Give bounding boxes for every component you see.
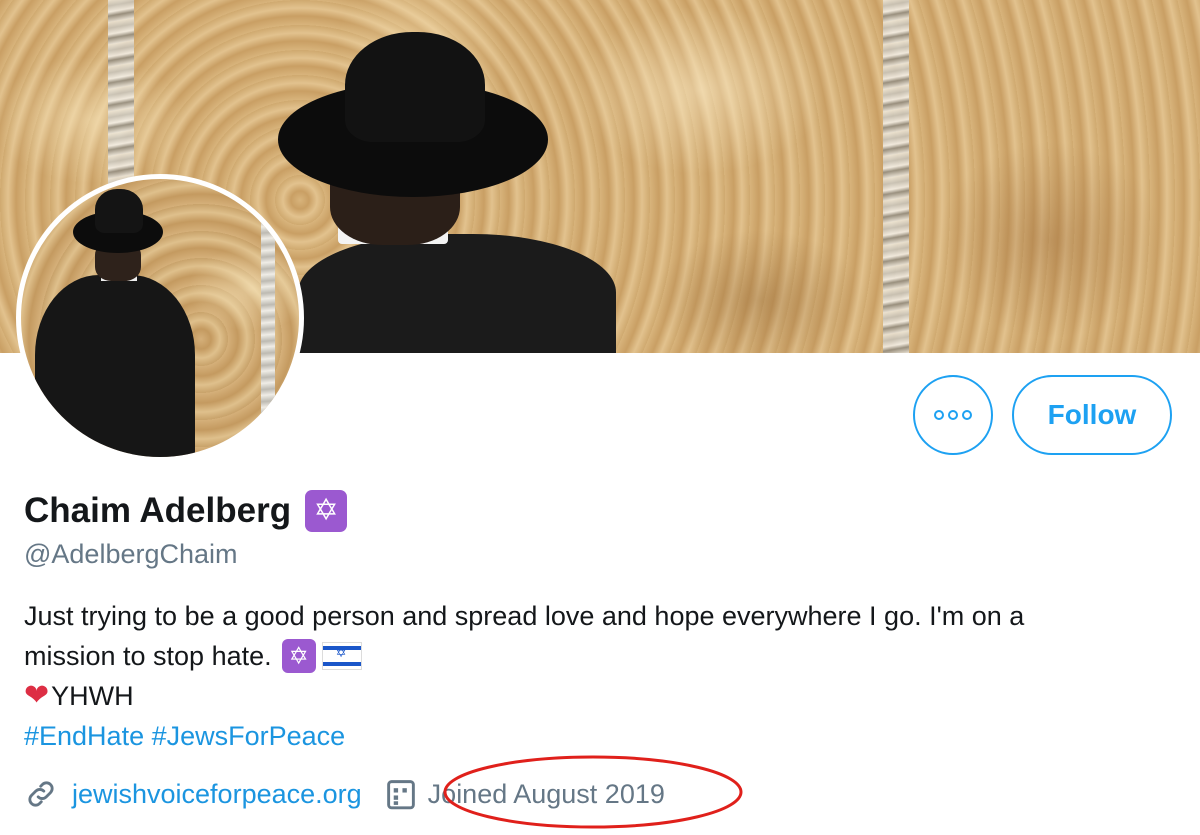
- profile-bio: Just trying to be a good person and spre…: [24, 596, 1174, 756]
- display-name-text: Chaim Adelberg: [24, 491, 292, 530]
- more-options-button[interactable]: [913, 375, 993, 455]
- israel-flag-icon: ✡: [321, 642, 362, 670]
- join-date: Joined August 2019: [427, 778, 665, 809]
- hashtag-links[interactable]: #EndHate #JewsForPeace: [24, 716, 345, 756]
- calendar-icon: [386, 780, 415, 810]
- profile-meta-row: jewishvoiceforpeace.org Joined August 20…: [24, 772, 665, 816]
- avatar-person-body: [35, 275, 195, 457]
- more-options-icon: [932, 410, 974, 420]
- bio-line-2: mission to stop hate. ✡ ✡: [24, 636, 1174, 676]
- red-heart-icon: ❤: [24, 678, 50, 713]
- display-name: Chaim Adelberg ✡: [24, 490, 348, 532]
- wall-crack-decoration: [883, 0, 909, 353]
- bio-line-1: Just trying to be a good person and spre…: [24, 596, 1174, 636]
- bio-text: YHWH: [51, 681, 134, 711]
- banner-hat-crown: [345, 32, 485, 142]
- link-icon: [28, 781, 54, 807]
- profile-avatar[interactable]: [16, 174, 304, 462]
- profile-handle: @AdelbergChaim: [24, 539, 238, 569]
- avatar-wall-crack: [261, 179, 275, 457]
- bio-hashtags[interactable]: #EndHate #JewsForPeace: [24, 716, 1174, 756]
- bio-text: mission to stop hate.: [24, 641, 272, 671]
- website-link[interactable]: jewishvoiceforpeace.org: [72, 779, 362, 810]
- banner-person-body: [298, 234, 616, 353]
- star-of-david-emoji-icon: ✡: [305, 490, 348, 532]
- star-of-david-emoji-icon: ✡: [281, 639, 316, 673]
- follow-button[interactable]: Follow: [1012, 375, 1172, 455]
- bio-line-3: ❤ YHWH: [24, 676, 1174, 716]
- bio-text: Just trying to be a good person and spre…: [24, 601, 1025, 631]
- avatar-hat-crown: [95, 189, 143, 233]
